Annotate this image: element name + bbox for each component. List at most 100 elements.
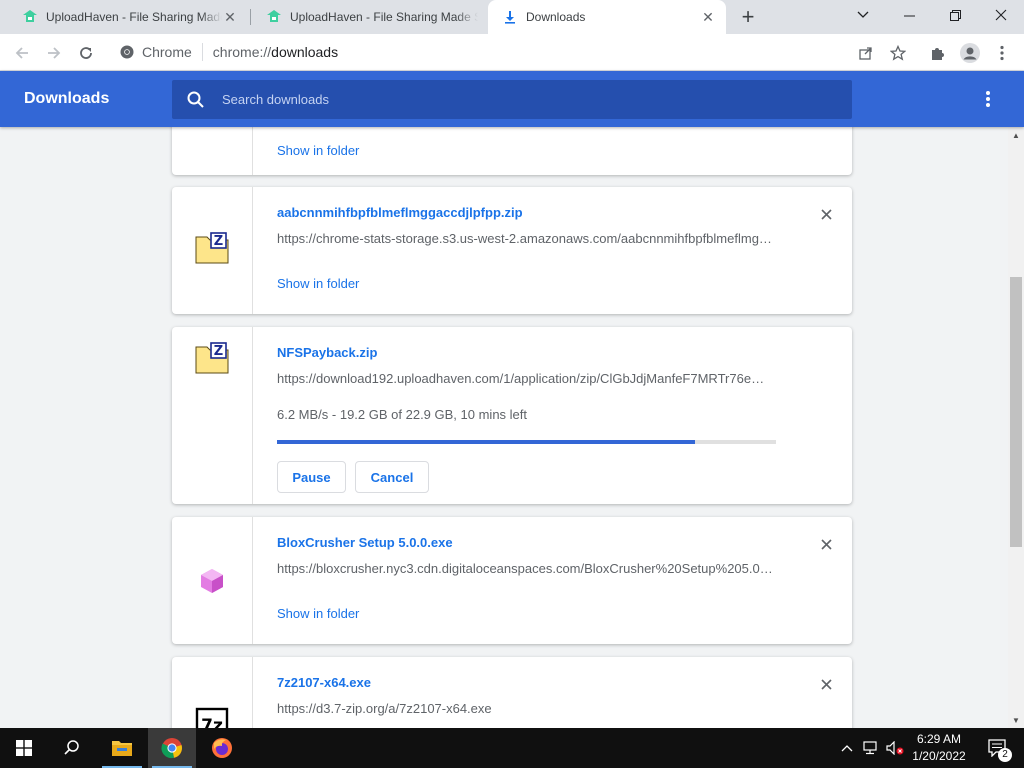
more-vert-icon — [1000, 45, 1004, 61]
taskbar-firefox[interactable] — [198, 728, 246, 768]
tab-strip: UploadHaven - File Sharing Made Simple ✕… — [0, 0, 1024, 34]
show-in-folder-link[interactable]: Show in folder — [277, 143, 359, 158]
puzzle-icon — [932, 48, 944, 60]
download-progress-bar — [277, 440, 776, 444]
close-icon — [820, 208, 832, 220]
svg-text:Z: Z — [214, 344, 223, 359]
extensions-button[interactable] — [924, 39, 952, 67]
clock-time: 6:29 AM — [916, 732, 962, 746]
uploadhaven-favicon-icon — [23, 10, 37, 22]
tab-separator — [250, 9, 251, 25]
minimize-button[interactable] — [886, 0, 932, 30]
file-icon-column: 7z — [172, 657, 253, 728]
download-url[interactable]: https://d3.7-zip.org/a/7z2107-x64.exe — [277, 701, 773, 716]
minimize-icon — [903, 15, 915, 16]
download-item: BloxCrusher Setup 5.0.0.exe https://blox… — [172, 517, 852, 644]
download-url[interactable]: https://download192.uploadhaven.com/1/ap… — [277, 371, 773, 386]
file-icon-column: Z — [172, 187, 253, 314]
clock-date: 1/20/2022 — [912, 749, 966, 763]
taskbar-chrome[interactable] — [148, 728, 196, 768]
close-window-button[interactable] — [978, 0, 1024, 30]
address-bar[interactable]: Chrome chrome:// downloads — [110, 38, 840, 66]
restore-icon — [949, 9, 961, 21]
close-icon — [995, 9, 1007, 21]
pause-button[interactable]: Pause — [277, 461, 346, 493]
share-icon — [859, 47, 872, 60]
action-center-button[interactable]: 2 — [978, 728, 1018, 768]
downloads-list: Show in folder Z aabcnnmihfbpfblmeflmgga… — [0, 127, 1008, 728]
tab-search-button[interactable] — [840, 0, 886, 30]
tab-title: UploadHaven - File Sharing Made Simple — [290, 10, 478, 24]
volume-muted-icon — [886, 741, 904, 755]
chevron-up-icon — [841, 745, 853, 752]
svg-text:7z: 7z — [201, 716, 223, 728]
new-tab-button[interactable]: + — [736, 4, 760, 29]
search-input[interactable] — [222, 92, 822, 107]
taskbar-search-button[interactable] — [48, 728, 96, 768]
cancel-button[interactable]: Cancel — [355, 461, 429, 493]
back-button[interactable] — [8, 39, 36, 67]
star-icon — [890, 45, 906, 61]
remove-from-list-button[interactable] — [818, 676, 834, 692]
show-in-folder-link[interactable]: Show in folder — [277, 276, 359, 291]
search-downloads-box[interactable] — [172, 80, 852, 119]
search-icon — [64, 740, 79, 755]
network-tray-button[interactable] — [860, 728, 882, 768]
taskbar-file-explorer[interactable] — [98, 728, 146, 768]
download-filename[interactable]: aabcnnmihfbpfblmeflmggaccdjlpfpp.zip — [277, 205, 523, 220]
show-in-folder-link[interactable]: Show in folder — [277, 606, 359, 621]
windows-taskbar: 6:29 AM 1/20/2022 2 — [0, 728, 1024, 768]
show-hidden-icons-button[interactable] — [838, 728, 856, 768]
system-clock[interactable]: 6:29 AM 1/20/2022 — [904, 731, 974, 765]
scroll-up-arrow-icon[interactable]: ▲ — [1008, 127, 1024, 143]
download-item: Show in folder — [172, 127, 852, 175]
share-button[interactable] — [852, 39, 880, 67]
firefox-logo-icon — [212, 738, 232, 758]
avatar-icon — [960, 43, 980, 63]
download-url[interactable]: https://bloxcrusher.nyc3.cdn.digitalocea… — [277, 561, 773, 576]
reload-button[interactable] — [72, 39, 100, 67]
file-icon-column: Z — [172, 327, 253, 504]
url-host: downloads — [271, 44, 339, 60]
tab-uploadhaven-2[interactable]: UploadHaven - File Sharing Made Simple — [252, 0, 488, 34]
bookmark-button[interactable] — [884, 39, 912, 67]
close-icon — [820, 538, 832, 550]
remove-from-list-button[interactable] — [818, 536, 834, 552]
remove-from-list-button[interactable] — [818, 206, 834, 222]
start-button[interactable] — [0, 728, 48, 768]
site-chip: Chrome — [142, 44, 192, 60]
7zip-app-icon: 7z — [195, 707, 229, 728]
downloads-menu-button[interactable] — [978, 89, 998, 109]
download-filename[interactable]: 7z2107-x64.exe — [277, 675, 371, 690]
search-icon — [187, 91, 204, 108]
svg-text:Z: Z — [214, 234, 223, 249]
download-url[interactable]: https://chrome-stats-storage.s3.us-west-… — [277, 231, 773, 246]
uploadhaven-favicon-icon — [267, 10, 281, 22]
tab-uploadhaven-1[interactable]: UploadHaven - File Sharing Made Simple ✕ — [8, 0, 248, 34]
tab-downloads[interactable]: Downloads ✕ — [488, 0, 726, 34]
scrollbar-thumb[interactable] — [1010, 277, 1022, 547]
file-icon-column — [172, 517, 253, 644]
volume-tray-button[interactable] — [884, 728, 906, 768]
scroll-down-arrow-icon[interactable]: ▼ — [1008, 712, 1024, 728]
chrome-menu-button[interactable] — [988, 39, 1016, 67]
forward-button[interactable] — [40, 39, 68, 67]
tab-close-icon[interactable]: ✕ — [222, 9, 238, 25]
download-item-in-progress: Z NFSPayback.zip https://download192.upl… — [172, 327, 852, 504]
restore-button[interactable] — [932, 0, 978, 30]
omnibox-divider — [201, 43, 203, 61]
close-icon — [820, 678, 832, 690]
profile-button[interactable] — [956, 39, 984, 67]
tab-close-icon[interactable]: ✕ — [700, 9, 716, 25]
download-item: 7z 7z2107-x64.exe https://d3.7-zip.org/a… — [172, 657, 852, 728]
download-filename[interactable]: BloxCrusher Setup 5.0.0.exe — [277, 535, 453, 550]
windows-logo-icon — [16, 740, 32, 756]
tab-title: UploadHaven - File Sharing Made Simple — [46, 10, 222, 24]
download-filename[interactable]: NFSPayback.zip — [277, 345, 377, 360]
page-scrollbar[interactable]: ▲ ▼ — [1008, 127, 1024, 728]
network-icon — [863, 741, 877, 755]
url-scheme: chrome:// — [212, 44, 272, 60]
file-icon-column — [172, 127, 253, 175]
notification-count-badge: 2 — [998, 748, 1012, 762]
download-item: Z aabcnnmihfbpfblmeflmggaccdjlpfpp.zip h… — [172, 187, 852, 314]
